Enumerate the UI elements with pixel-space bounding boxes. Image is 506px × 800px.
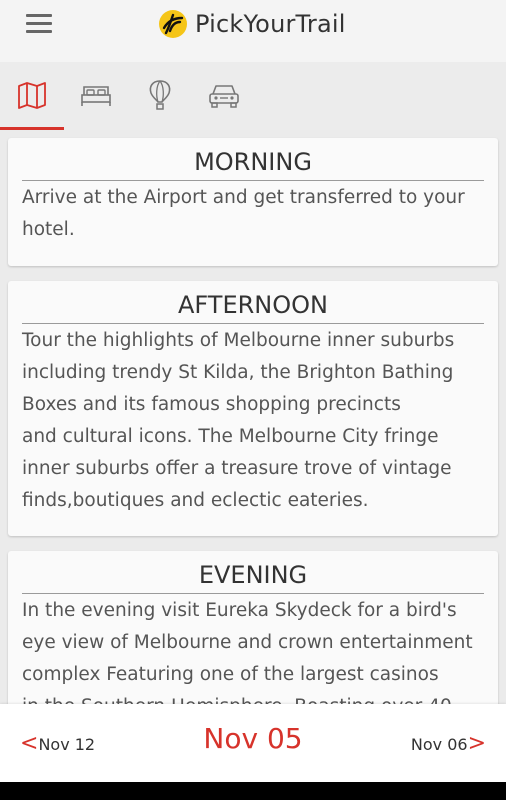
afternoon-title: AFTERNOON — [22, 287, 484, 324]
tab-bar — [0, 62, 506, 130]
tab-activities[interactable] — [128, 62, 192, 128]
hamburger-icon-bar — [26, 30, 52, 33]
hamburger-icon-bar — [26, 22, 52, 25]
afternoon-card: AFTERNOON Tour the highlights of Melbour… — [8, 281, 498, 536]
car-icon — [209, 85, 239, 108]
hamburger-icon-bar — [26, 14, 52, 17]
date-navigation: < Nov 12 Nov 05 Nov 06 > — [0, 704, 506, 782]
brand-name: PickYourTrail — [195, 10, 346, 38]
morning-description: Arrive at the Airport and get transferre… — [22, 187, 465, 240]
hot-air-balloon-icon — [149, 80, 171, 110]
evening-description: In the evening visit Eureka Skydeck for … — [22, 600, 473, 704]
evening-card: EVENING In the evening visit Eureka Skyd… — [8, 551, 498, 704]
next-date-label: Nov 06 — [410, 734, 468, 754]
morning-title: MORNING — [22, 144, 484, 181]
bed-icon — [81, 86, 111, 106]
afternoon-description: Tour the highlights of Melbourne inner s… — [22, 330, 455, 511]
system-nav-bar — [0, 782, 506, 800]
morning-card: MORNING Arrive at the Airport and get tr… — [8, 138, 498, 266]
tab-itinerary-map[interactable] — [0, 62, 64, 130]
map-icon — [18, 82, 46, 109]
app-header: PickYourTrail — [0, 0, 506, 62]
evening-title: EVENING — [22, 557, 484, 594]
next-day-button[interactable]: Nov 06 > — [411, 732, 486, 756]
chevron-right-icon: > — [467, 731, 486, 756]
tab-hotels[interactable] — [64, 62, 128, 128]
pickyourtrail-logo-icon — [159, 10, 187, 38]
itinerary-content[interactable]: MORNING Arrive at the Airport and get tr… — [0, 130, 506, 704]
hamburger-menu-button[interactable] — [26, 13, 54, 35]
brand-logo[interactable]: PickYourTrail — [158, 6, 346, 42]
tab-transfers[interactable] — [192, 62, 256, 128]
